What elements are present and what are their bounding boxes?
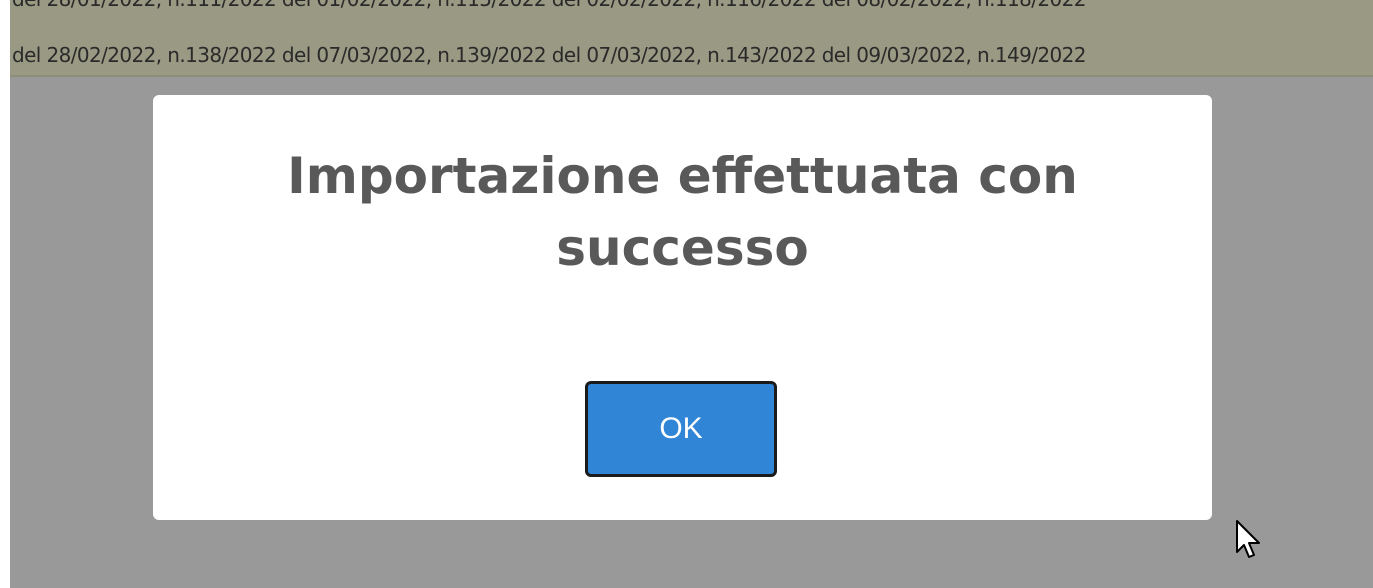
dialog-title: Importazione effettuata con successo [287,147,1078,277]
banner-line-2: del 28/02/2022, n.138/2022 del 07/03/202… [12,43,1086,67]
ok-button[interactable]: OK [585,381,777,477]
mouse-pointer-icon [1236,520,1260,558]
banner-line-1: del 28/01/2022, n.111/2022 del 01/02/202… [12,0,1086,11]
banner-divider [10,75,1373,77]
background-text-banner: del 28/01/2022, n.111/2022 del 01/02/202… [10,0,1373,75]
success-dialog: Importazione effettuata con successo OK [153,95,1212,520]
page-left-edge [0,0,10,588]
